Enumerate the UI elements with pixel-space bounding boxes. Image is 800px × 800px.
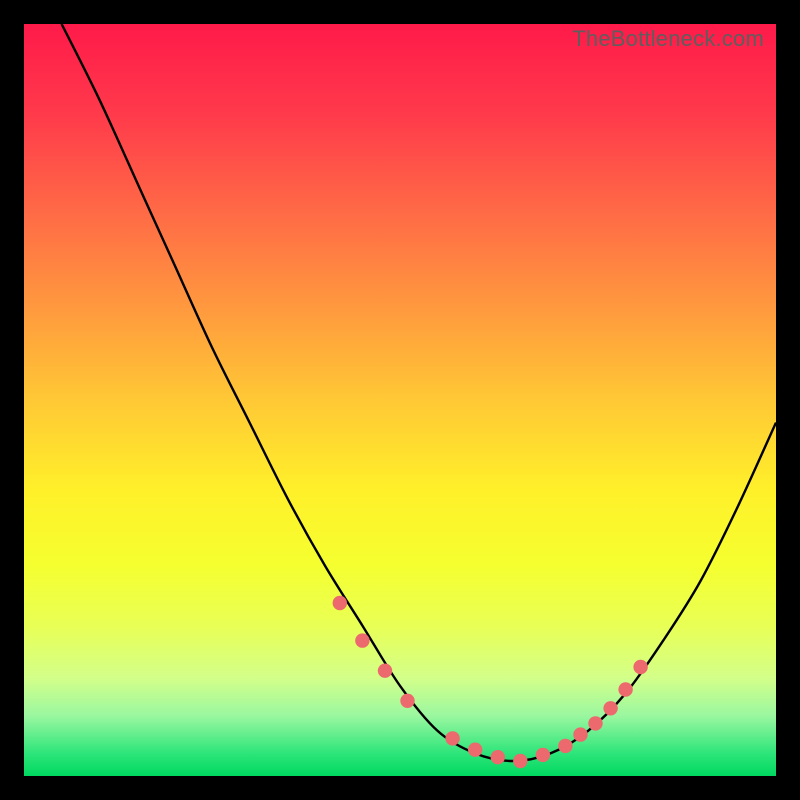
marker-group: [333, 596, 648, 768]
marker-point: [333, 596, 347, 610]
marker-point: [573, 727, 587, 741]
chart-container: TheBottleneck.com: [0, 0, 800, 800]
marker-point: [633, 660, 647, 674]
marker-point: [603, 701, 617, 715]
marker-point: [536, 748, 550, 762]
marker-point: [468, 743, 482, 757]
marker-point: [355, 633, 369, 647]
marker-point: [400, 694, 414, 708]
marker-point: [491, 750, 505, 764]
marker-point: [588, 716, 602, 730]
chart-svg: [24, 24, 776, 776]
marker-point: [513, 754, 527, 768]
plot-area: TheBottleneck.com: [24, 24, 776, 776]
marker-point: [378, 664, 392, 678]
marker-point: [618, 682, 632, 696]
bottleneck-curve: [62, 24, 776, 761]
marker-point: [558, 739, 572, 753]
marker-point: [445, 731, 459, 745]
